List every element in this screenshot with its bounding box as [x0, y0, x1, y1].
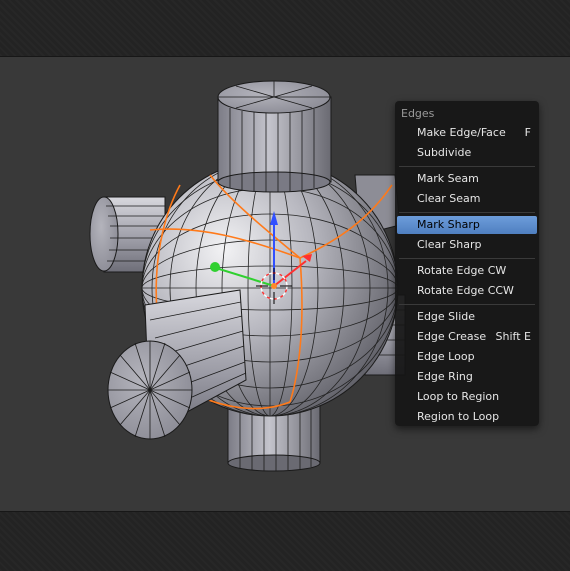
menu-item-edge-loop[interactable]: Edge Loop [397, 348, 537, 366]
menu-item-label: Make Edge/Face [417, 126, 506, 139]
menu-item-edge-ring[interactable]: Edge Ring [397, 368, 537, 386]
top-cylinder [217, 80, 332, 193]
menu-item-rotate-edge-ccw[interactable]: Rotate Edge CCW [397, 282, 537, 300]
menu-separator [399, 304, 535, 305]
menu-item-label: Rotate Edge CCW [417, 284, 514, 297]
menu-item-mark-sharp[interactable]: Mark Sharp [397, 216, 537, 234]
menu-item-label: Rotate Edge CW [417, 264, 507, 277]
menu-item-label: Edge Ring [417, 370, 473, 383]
bottom-footer-bar [0, 511, 570, 571]
menu-item-loop-to-region[interactable]: Loop to Region [397, 388, 537, 406]
menu-item-clear-seam[interactable]: Clear Seam [397, 190, 537, 208]
menu-title: Edges [401, 107, 435, 120]
menu-item-label: Subdivide [417, 146, 472, 159]
menu-item-label: Mark Seam [417, 172, 479, 185]
menu-item-label: Edge Crease [417, 330, 487, 343]
front-cylinder [107, 289, 247, 440]
menu-separator [399, 166, 535, 167]
menu-item-edge-slide[interactable]: Edge Slide [397, 308, 537, 326]
menu-item-subdivide[interactable]: Subdivide [397, 144, 537, 162]
menu-item-label: Loop to Region [417, 390, 500, 403]
menu-item-mark-seam[interactable]: Mark Seam [397, 170, 537, 188]
menu-separator [399, 212, 535, 213]
menu-item-label: Clear Seam [417, 192, 481, 205]
menu-item-shortcut: F [524, 126, 531, 139]
menu-item-label: Edge Loop [417, 350, 475, 363]
menu-item-clear-sharp[interactable]: Clear Sharp [397, 236, 537, 254]
menu-item-edge-crease[interactable]: Edge Crease Shift E [397, 328, 537, 346]
top-header-bar [0, 0, 570, 57]
menu-item-make-edge-face[interactable]: Make Edge/Face F [397, 124, 537, 142]
menu-item-label: Edge Slide [417, 310, 476, 323]
menu-item-shortcut: Shift E [495, 330, 531, 343]
edges-context-menu: Edges Make Edge/Face F Subdivide Mark Se… [395, 101, 539, 426]
menu-item-label: Mark Sharp [417, 218, 480, 231]
menu-separator [399, 258, 535, 259]
menu-item-region-to-loop[interactable]: Region to Loop [397, 408, 537, 426]
menu-item-label: Region to Loop [417, 410, 500, 423]
menu-item-rotate-edge-cw[interactable]: Rotate Edge CW [397, 262, 537, 280]
menu-item-label: Clear Sharp [417, 238, 482, 251]
